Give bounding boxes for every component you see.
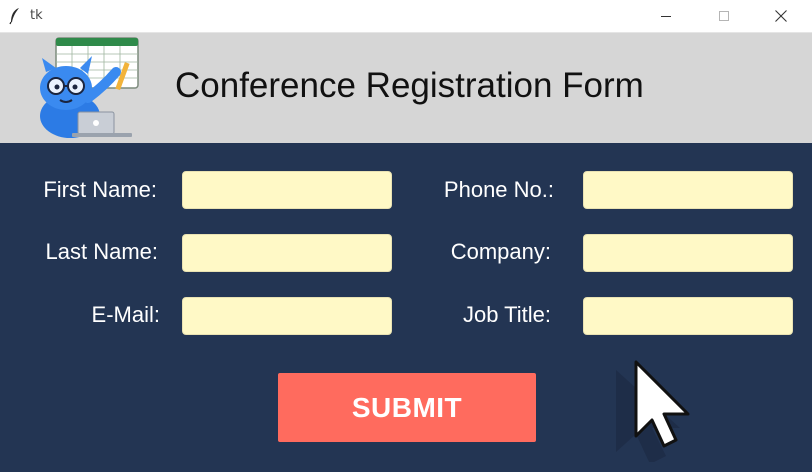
window-title: tk [30,8,43,23]
job-title-input[interactable] [583,297,793,335]
phone-label: Phone No.: [443,177,554,202]
maximize-button[interactable] [701,0,747,32]
first-name-label: First Name: [43,177,157,202]
mouse-pointer-icon [616,360,690,462]
last-name-label: Last Name: [45,239,159,264]
company-label: Company: [450,239,551,264]
job-title-label: Job Title: [462,302,551,327]
close-icon [775,10,787,22]
close-button[interactable] [758,0,804,32]
page-title: Conference Registration Form [175,66,644,105]
email-input[interactable] [182,297,392,335]
phone-input[interactable] [583,171,793,209]
title-bar: tk [0,0,812,33]
feather-icon [9,8,19,25]
company-input[interactable] [583,234,793,272]
submit-button[interactable]: SUBMIT [278,373,536,442]
spreadsheet-mascot-icon [40,37,139,138]
first-name-input[interactable] [182,171,392,209]
email-label: E-Mail: [91,302,160,327]
app-window: tk Conference Registration Form First Na… [0,0,812,472]
minimize-icon [661,16,671,17]
minimize-button[interactable] [643,0,689,32]
last-name-input[interactable] [182,234,392,272]
maximize-icon [719,11,729,21]
